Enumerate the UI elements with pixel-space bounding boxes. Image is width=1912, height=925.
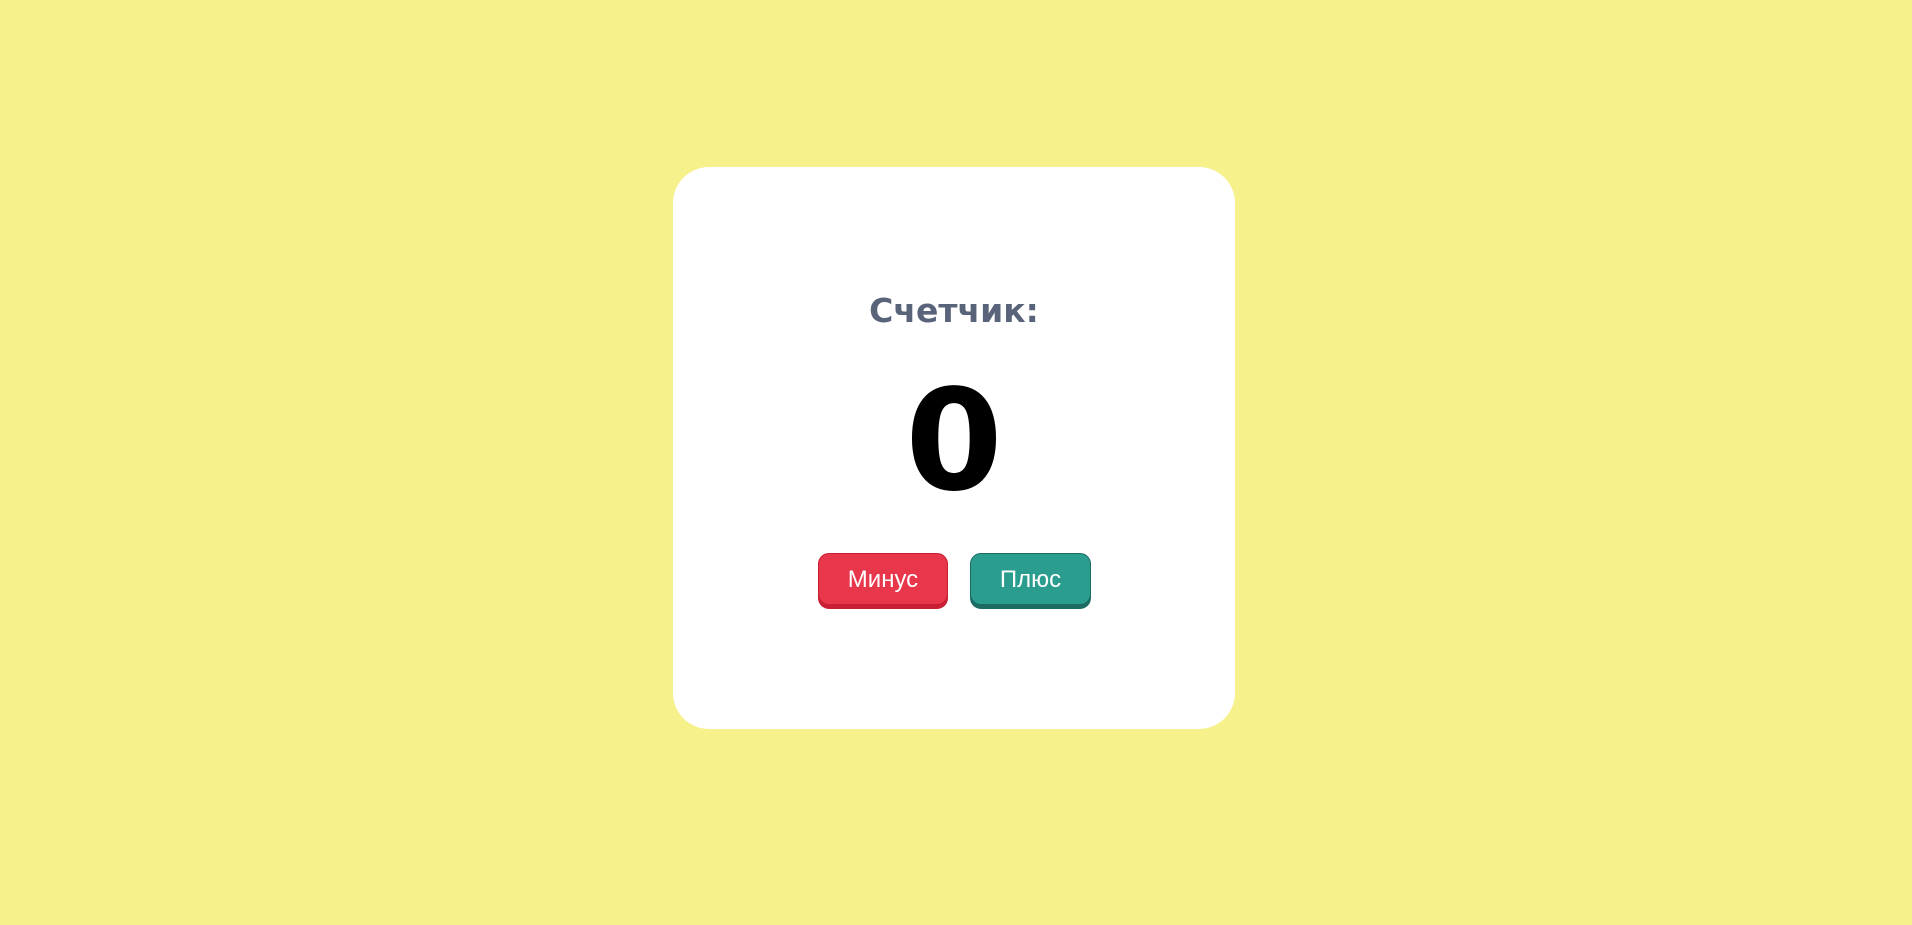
minus-button[interactable]: Минус [818,553,948,605]
counter-title: Счетчик: [869,291,1039,330]
counter-value: 0 [905,360,1003,523]
plus-button[interactable]: Плюс [970,553,1091,605]
counter-card: Счетчик: 0 Минус Плюс [673,167,1235,729]
